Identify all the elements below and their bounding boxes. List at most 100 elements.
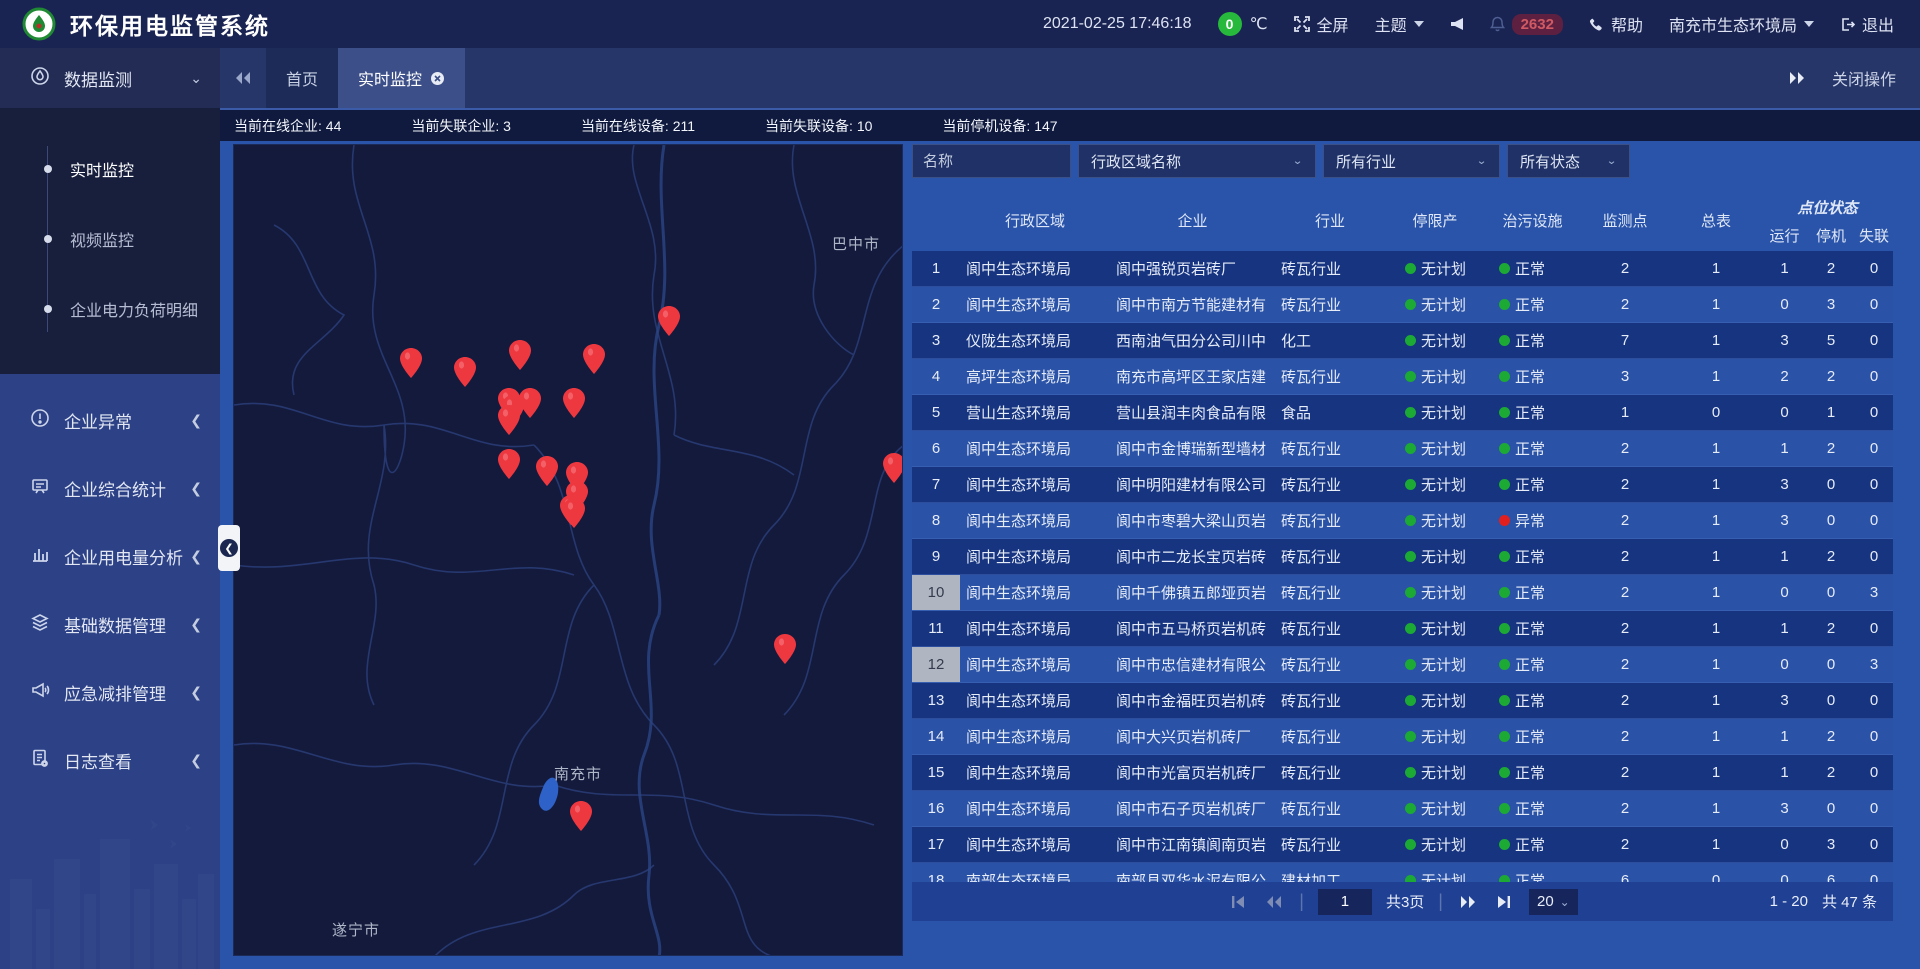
cell-industry: 建材加工 <box>1275 863 1385 882</box>
cell-lost: 0 <box>1855 755 1893 790</box>
map-pin-icon[interactable] <box>563 388 585 418</box>
table-row[interactable]: 6 阆中生态环境局 阆中市金博瑞新型墙材 砖瓦行业 无计划 正常 2 1 1 2… <box>912 431 1893 467</box>
table-row[interactable]: 10 阆中生态环境局 阆中千佛镇五郎垭页岩 砖瓦行业 无计划 正常 2 1 0 … <box>912 575 1893 611</box>
table-row[interactable]: 14 阆中生态环境局 阆中大兴页岩机砖厂 砖瓦行业 无计划 正常 2 1 1 2… <box>912 719 1893 755</box>
cell-region: 南部生态环境局 <box>960 863 1110 882</box>
cell-region: 阆中生态环境局 <box>960 431 1110 466</box>
name-filter-input[interactable] <box>912 144 1071 178</box>
logout-button[interactable]: 退出 <box>1840 12 1894 36</box>
cell-lost: 0 <box>1855 359 1893 394</box>
fullscreen-button[interactable]: 全屏 <box>1294 12 1349 36</box>
cell-running: 0 <box>1762 395 1807 430</box>
map-pin-icon[interactable] <box>658 306 680 336</box>
sidebar-collapse-handle[interactable]: ❮ <box>218 525 240 571</box>
table-row[interactable]: 18 南部生态环境局 南部县双华水泥有限公 建材加工 无计划 正常 6 0 0 … <box>912 863 1893 882</box>
tabs-scroll-left-button[interactable] <box>220 48 266 108</box>
cell-stop-limit: 无计划 <box>1385 431 1485 466</box>
help-button[interactable]: 帮助 <box>1589 12 1643 36</box>
table-row[interactable]: 1 阆中生态环境局 阆中强锐页岩砖厂 砖瓦行业 无计划 正常 2 1 1 2 0 <box>912 251 1893 287</box>
sidebar-item-5[interactable]: 应急减排管理❮ <box>0 658 220 726</box>
status-dot <box>1405 695 1416 706</box>
next-page-button[interactable] <box>1457 891 1479 913</box>
prev-page-button[interactable] <box>1263 891 1285 913</box>
table-row[interactable]: 15 阆中生态环境局 阆中市光富页岩机砖厂 砖瓦行业 无计划 正常 2 1 1 … <box>912 755 1893 791</box>
sidebar-subitem-2[interactable]: 企业电力负荷明细 <box>0 274 220 344</box>
cell-total-meter: 1 <box>1670 359 1762 394</box>
sidebar-item-3[interactable]: 企业用电量分析❮ <box>0 522 220 590</box>
sidebar-subitem-1[interactable]: 视频监控 <box>0 204 220 274</box>
sound-button[interactable] <box>1450 17 1464 31</box>
notifications-button[interactable]: 2632 <box>1490 14 1563 35</box>
page-size-select[interactable]: 20⌄ <box>1529 889 1578 915</box>
cell-region: 阆中生态环境局 <box>960 467 1110 502</box>
table-row[interactable]: 13 阆中生态环境局 阆中市金福旺页岩机砖 砖瓦行业 无计划 正常 2 1 3 … <box>912 683 1893 719</box>
map-pin-icon[interactable] <box>454 357 476 387</box>
status-filter-select[interactable]: 所有状态⌄ <box>1507 144 1630 178</box>
cell-lost: 0 <box>1855 251 1893 286</box>
status-dot <box>1499 767 1510 778</box>
cell-total-meter: 1 <box>1670 467 1762 502</box>
theme-dropdown[interactable]: 主题 <box>1375 12 1424 36</box>
map-pin-icon[interactable] <box>519 388 541 418</box>
first-page-button[interactable] <box>1227 891 1249 913</box>
table-row[interactable]: 2 阆中生态环境局 阆中市南方节能建材有 砖瓦行业 无计划 正常 2 1 0 3… <box>912 287 1893 323</box>
table-row[interactable]: 8 阆中生态环境局 阆中市枣碧大梁山页岩 砖瓦行业 无计划 异常 2 1 3 0… <box>912 503 1893 539</box>
cell-total-meter: 1 <box>1670 683 1762 718</box>
last-page-button[interactable] <box>1493 891 1515 913</box>
sidebar-item-1[interactable]: 企业异常❮ <box>0 386 220 454</box>
tab-close-icon[interactable] <box>430 71 445 86</box>
cell-monitor-points: 2 <box>1580 287 1670 322</box>
tab-realtime-monitor[interactable]: 实时监控 <box>338 48 465 108</box>
cell-monitor-points: 2 <box>1580 719 1670 754</box>
sidebar-item-6[interactable]: 日志查看❮ <box>0 726 220 794</box>
map-pin-icon[interactable] <box>400 348 422 378</box>
status-dot <box>1405 767 1416 778</box>
cell-company: 阆中市金博瑞新型墙材 <box>1110 431 1275 466</box>
temperature-badge: 0 <box>1218 12 1242 36</box>
cell-company: 阆中市南方节能建材有 <box>1110 287 1275 322</box>
map-pin-icon[interactable] <box>498 449 520 479</box>
col-header-index <box>912 190 960 251</box>
sidebar-item-4[interactable]: 基础数据管理❮ <box>0 590 220 658</box>
page-number-input[interactable] <box>1318 889 1372 915</box>
cell-lost: 0 <box>1855 611 1893 646</box>
table-row[interactable]: 16 阆中生态环境局 阆中市石子页岩机砖厂 砖瓦行业 无计划 正常 2 1 3 … <box>912 791 1893 827</box>
close-operations-button[interactable]: 关闭操作 <box>1832 66 1896 90</box>
table-row[interactable]: 11 阆中生态环境局 阆中市五马桥页岩机砖 砖瓦行业 无计划 正常 2 1 1 … <box>912 611 1893 647</box>
sidebar-item-2[interactable]: 企业综合统计❮ <box>0 454 220 522</box>
table-row[interactable]: 17 阆中生态环境局 阆中市江南镇阆南页岩 砖瓦行业 无计划 正常 2 1 0 … <box>912 827 1893 863</box>
map-pin-icon[interactable] <box>883 453 903 483</box>
table-row[interactable]: 5 营山生态环境局 营山县润丰肉食品有限 食品 无计划 正常 1 0 0 1 0 <box>912 395 1893 431</box>
double-arrow-right-icon[interactable] <box>1788 71 1806 85</box>
table-row[interactable]: 12 阆中生态环境局 阆中市忠信建材有限公 砖瓦行业 无计划 正常 2 1 0 … <box>912 647 1893 683</box>
table-row[interactable]: 9 阆中生态环境局 阆中市二龙长宝页岩砖 砖瓦行业 无计划 正常 2 1 1 2… <box>912 539 1893 575</box>
pager-divider: | <box>1299 891 1304 912</box>
cell-region: 阆中生态环境局 <box>960 287 1110 322</box>
tab-home[interactable]: 首页 <box>266 48 338 108</box>
map-pin-icon[interactable] <box>563 498 585 528</box>
sidebar-item-0[interactable]: 数据监测⌄ <box>0 48 220 108</box>
map-pin-icon[interactable] <box>774 634 796 664</box>
map-pin-icon[interactable] <box>536 456 558 486</box>
table-row[interactable]: 3 仪陇生态环境局 西南油气田分公司川中 化工 无计划 正常 7 1 3 5 0 <box>912 323 1893 359</box>
cell-region: 阆中生态环境局 <box>960 575 1110 610</box>
cell-company: 阆中市二龙长宝页岩砖 <box>1110 539 1275 574</box>
sidebar-subitem-0[interactable]: 实时监控 <box>0 134 220 204</box>
user-org-dropdown[interactable]: 南充市生态环境局 <box>1669 12 1814 36</box>
megaphone-icon <box>30 680 50 705</box>
map-pin-icon[interactable] <box>570 801 592 831</box>
industry-filter-select[interactable]: 所有行业⌄ <box>1323 144 1500 178</box>
cell-pollution-facility: 正常 <box>1485 251 1580 286</box>
row-number: 7 <box>912 467 960 502</box>
stat-item: 当前在线企业: 44 <box>234 116 341 136</box>
table-row[interactable]: 4 高坪生态环境局 南充市高坪区王家店建 砖瓦行业 无计划 正常 3 1 2 2… <box>912 359 1893 395</box>
cell-industry: 砖瓦行业 <box>1275 755 1385 790</box>
cell-company: 阆中市金福旺页岩机砖 <box>1110 683 1275 718</box>
map-pin-icon[interactable] <box>498 405 520 435</box>
row-number: 8 <box>912 503 960 538</box>
region-filter-select[interactable]: 行政区域名称⌄ <box>1078 144 1316 178</box>
table-row[interactable]: 7 阆中生态环境局 阆中明阳建材有限公司 砖瓦行业 无计划 正常 2 1 3 0… <box>912 467 1893 503</box>
map-panel[interactable]: 巴中市南充市遂宁市 <box>233 144 903 956</box>
map-pin-icon[interactable] <box>509 340 531 370</box>
map-pin-icon[interactable] <box>583 344 605 374</box>
